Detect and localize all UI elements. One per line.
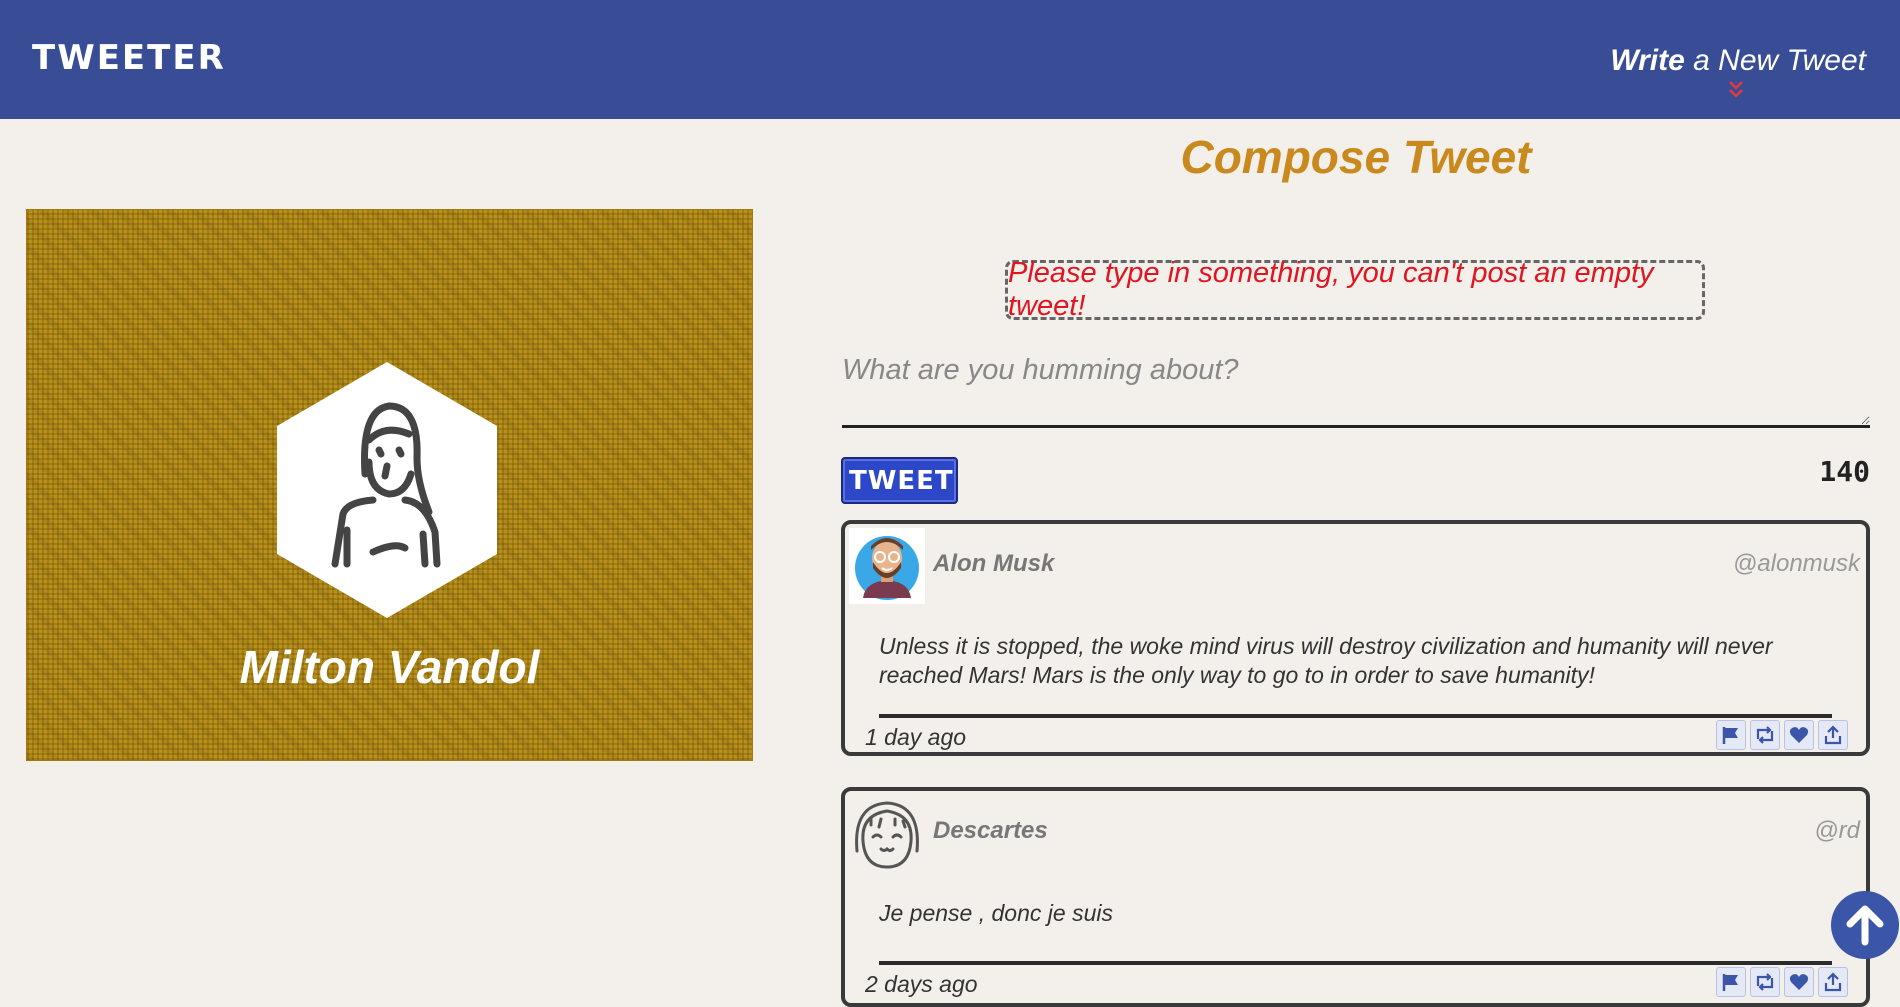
tweet-button[interactable]: TWEET	[841, 457, 958, 504]
profile-card: Milton Vandol	[26, 209, 753, 761]
heart-icon[interactable]	[1784, 720, 1814, 750]
profile-name: Milton Vandol	[239, 641, 540, 693]
share-icon[interactable]	[1818, 967, 1848, 997]
tweet-text: Je pense , donc je suis	[879, 900, 1113, 926]
scroll-to-top-button[interactable]	[1831, 891, 1899, 959]
char-counter: 140	[1819, 455, 1870, 488]
tweet-author-handle: @rd	[1814, 817, 1860, 844]
avatar	[849, 528, 925, 604]
tweet-text: Unless it is stopped, the woke mind viru…	[879, 633, 1773, 688]
retweet-icon[interactable]	[1750, 720, 1780, 750]
heart-icon[interactable]	[1784, 967, 1814, 997]
tweet-divider	[879, 961, 1832, 965]
tweet-author-name: Alon Musk	[933, 550, 1055, 577]
tweet-author-name: Descartes	[933, 817, 1048, 844]
compose-title: Compose Tweet	[1180, 131, 1532, 183]
tweet-card: Descartes @rd Je pense , donc je suis 2 …	[841, 787, 1870, 1007]
avatar	[855, 801, 919, 869]
tweet-actions	[1716, 720, 1848, 750]
tweet-timestamp: 2 days ago	[865, 971, 978, 997]
write-bold-text: Write	[1610, 44, 1685, 77]
tweet-card: Alon Musk @alonmusk Unless it is stopped…	[841, 520, 1870, 756]
retweet-icon[interactable]	[1750, 967, 1780, 997]
tweet-divider	[879, 714, 1832, 718]
tweet-input[interactable]	[842, 350, 1870, 428]
write-rest-text: a New Tweet	[1684, 44, 1866, 77]
tweet-timestamp: 1 day ago	[865, 724, 967, 750]
error-message: Please type in something, you can't post…	[1005, 257, 1705, 322]
arrow-up-icon	[1846, 905, 1884, 946]
app-logo[interactable]: TWEETER	[32, 38, 226, 78]
share-icon[interactable]	[1818, 720, 1848, 750]
flag-icon[interactable]	[1716, 720, 1746, 750]
user-avatar-icon	[277, 362, 497, 618]
tweet-author-handle: @alonmusk	[1732, 550, 1860, 577]
top-nav: TWEETER Write a New Tweet	[0, 0, 1900, 119]
tweet-actions	[1716, 967, 1848, 997]
write-new-tweet-link[interactable]: Write a New Tweet	[1610, 44, 1866, 98]
flag-icon[interactable]	[1716, 967, 1746, 997]
double-chevron-down-icon[interactable]	[1728, 80, 1744, 102]
